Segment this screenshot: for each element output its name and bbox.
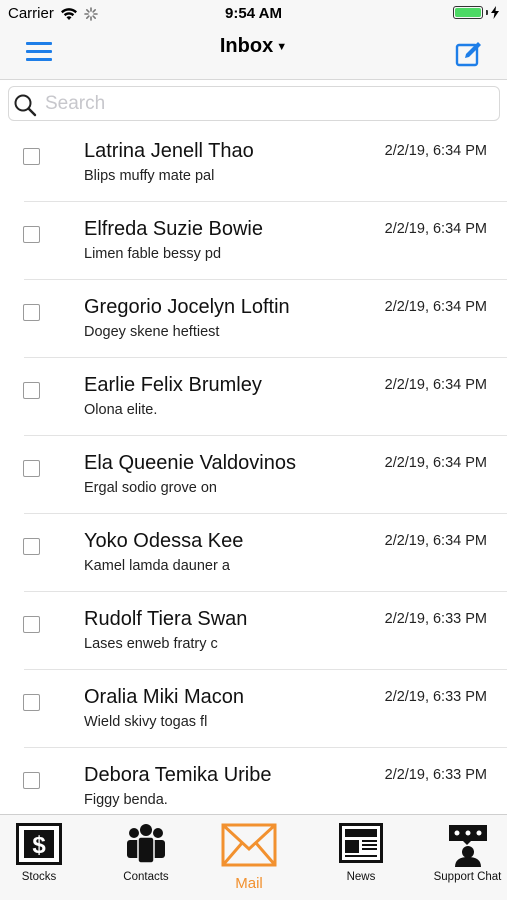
message-row[interactable]: Gregorio Jocelyn Loftin Dogey skene heft… [0, 280, 507, 358]
message-preview: Wield skivy togas fl [84, 714, 208, 730]
mail-icon [221, 823, 277, 867]
sender-name: Rudolf Tiera Swan [84, 608, 248, 630]
tab-label: Contacts [123, 871, 169, 883]
page-title: Inbox [219, 35, 274, 57]
message-row[interactable]: Latrina Jenell Thao Blips muffy mate pal… [0, 124, 507, 202]
status-bar: Carrier 9:54 AM [0, 0, 507, 26]
mailbox-selector[interactable]: Inbox ▼ [0, 35, 507, 58]
message-row[interactable]: Rudolf Tiera Swan Lases enweb fratry c 2… [0, 592, 507, 670]
sender-name: Latrina Jenell Thao [84, 140, 254, 162]
tab-news[interactable]: News [330, 815, 392, 900]
message-row[interactable]: Earlie Felix Brumley Olona elite. 2/2/19… [0, 358, 507, 436]
message-date: 2/2/19, 6:33 PM [384, 611, 487, 627]
sender-name: Earlie Felix Brumley [84, 374, 262, 396]
message-preview: Ergal sodio grove on [84, 480, 217, 496]
svg-text:$: $ [32, 832, 46, 859]
tab-bar: $ Stocks Contacts Mail News Support Chat [0, 814, 507, 900]
message-row[interactable]: Yoko Odessa Kee Kamel lamda dauner a 2/2… [0, 514, 507, 592]
sender-name: Yoko Odessa Kee [84, 530, 244, 552]
navigation-bar: Inbox ▼ [0, 26, 507, 80]
message-date: 2/2/19, 6:34 PM [384, 533, 487, 549]
message-preview: Lases enweb fratry c [84, 636, 218, 652]
select-checkbox[interactable] [23, 694, 40, 711]
charging-bolt-icon [491, 6, 499, 19]
tab-mail[interactable]: Mail [206, 815, 292, 900]
tab-label: Mail [235, 875, 263, 892]
sender-name: Elfreda Suzie Bowie [84, 218, 263, 240]
select-checkbox[interactable] [23, 772, 40, 789]
message-preview: Figgy benda. [84, 792, 168, 808]
message-row[interactable]: Elfreda Suzie Bowie Limen fable bessy pd… [0, 202, 507, 280]
message-preview: Blips muffy mate pal [84, 168, 215, 184]
select-checkbox[interactable] [23, 304, 40, 321]
message-preview: Olona elite. [84, 402, 158, 418]
select-checkbox[interactable] [23, 382, 40, 399]
battery-icon [453, 6, 483, 19]
select-checkbox[interactable] [23, 226, 40, 243]
battery-indicator [453, 6, 499, 19]
search-icon [14, 94, 37, 117]
message-date: 2/2/19, 6:34 PM [384, 299, 487, 315]
tab-label: Support Chat [433, 871, 502, 883]
tab-label: News [346, 871, 376, 883]
contacts-icon [127, 824, 165, 864]
news-icon [339, 823, 383, 863]
message-date: 2/2/19, 6:34 PM [384, 143, 487, 159]
message-row[interactable]: Ela Queenie Valdovinos Ergal sodio grove… [0, 436, 507, 514]
sender-name: Debora Temika Uribe [84, 764, 272, 786]
sender-name: Ela Queenie Valdovinos [84, 452, 296, 474]
search-input[interactable] [45, 91, 485, 117]
dropdown-caret-icon: ▼ [276, 40, 288, 53]
message-date: 2/2/19, 6:34 PM [384, 221, 487, 237]
compose-button[interactable] [455, 40, 483, 68]
sender-name: Gregorio Jocelyn Loftin [84, 296, 290, 318]
message-date: 2/2/19, 6:34 PM [384, 377, 487, 393]
message-date: 2/2/19, 6:33 PM [384, 767, 487, 783]
select-checkbox[interactable] [23, 616, 40, 633]
message-preview: Limen fable bessy pd [84, 246, 222, 262]
tab-stocks[interactable]: $ Stocks [0, 815, 78, 900]
select-checkbox[interactable] [23, 538, 40, 555]
select-checkbox[interactable] [23, 460, 40, 477]
stocks-icon: $ [16, 823, 62, 865]
message-list: Latrina Jenell Thao Blips muffy mate pal… [0, 124, 507, 814]
status-time: 9:54 AM [225, 5, 282, 22]
sender-name: Oralia Miki Macon [84, 686, 245, 708]
tab-support-chat[interactable]: Support Chat [428, 815, 507, 900]
tab-contacts[interactable]: Contacts [104, 815, 188, 900]
tab-label: Stocks [21, 871, 57, 883]
message-date: 2/2/19, 6:34 PM [384, 455, 487, 471]
select-checkbox[interactable] [23, 148, 40, 165]
support-chat-icon [448, 825, 487, 867]
message-preview: Dogey skene heftiest [84, 324, 220, 340]
message-row[interactable]: Debora Temika Uribe Figgy benda. 2/2/19,… [0, 748, 507, 814]
message-row[interactable]: Oralia Miki Macon Wield skivy togas fl 2… [0, 670, 507, 748]
search-bar [0, 80, 507, 124]
message-date: 2/2/19, 6:33 PM [384, 689, 487, 705]
message-preview: Kamel lamda dauner a [84, 558, 230, 574]
search-field[interactable] [8, 86, 500, 121]
